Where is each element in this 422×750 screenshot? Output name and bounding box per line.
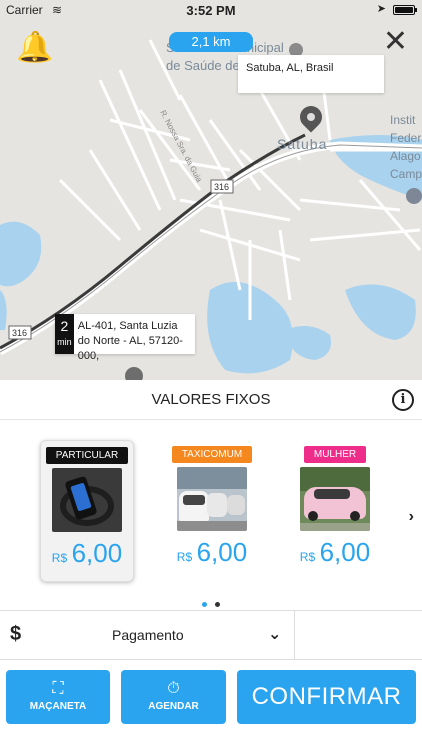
map-label-inst1: Instit [390,113,416,127]
category-card-mulher[interactable]: MULHER R$ 6,00 [288,440,382,582]
confirm-button[interactable]: CONFIRMAR [237,670,416,724]
category-card-taxicomum[interactable]: TAXICOMUM R$ 6,00 [165,440,259,582]
car-photo [300,467,370,531]
category-tag: MULHER [303,446,367,463]
road-shield-316-a: 316 [214,182,229,192]
map-label-satuba: Satuba [277,136,327,152]
category-tag: PARTICULAR [45,447,129,464]
divider [294,611,295,659]
clock: 3:52 PM [186,3,236,18]
panel-title: VALORES FIXOS [151,391,271,408]
category-tag: TAXICOMUM [171,446,253,463]
eta-badge: 2 min [55,314,74,354]
map-label-inst3: Alago [390,149,421,163]
stopwatch-icon: ⏱ [167,680,180,697]
distance-pill: 2,1 km [169,32,253,52]
chevron-down-icon[interactable]: ⌄ [268,624,281,644]
location-arrow-icon: ➤ [376,3,386,15]
origin-card[interactable]: 2 min AL-401, Santa Luzia do Norte - AL,… [55,314,195,362]
status-bar: Carrier ≋ 3:52 PM ➤ [0,0,422,20]
dollar-icon: $ [10,623,22,645]
car-photo [177,467,247,531]
car-photo [52,468,122,532]
category-price: R$ 6,00 [299,537,371,567]
category-price: R$ 6,00 [51,538,123,568]
payment-selector[interactable]: $ Pagamento ⌄ [0,610,422,660]
road-shield-316-b: 316 [12,328,27,338]
schedule-button[interactable]: ⏱ AGENDAR [121,670,226,724]
panel-header: VALORES FIXOS i [0,380,422,420]
origin-address: AL-401, Santa Luzia do Norte - AL, 57120… [77,320,183,362]
category-price: R$ 6,00 [176,537,248,567]
schedule-label: AGENDAR [148,701,199,712]
eta-unit: min [57,337,72,347]
page-dot[interactable] [215,602,221,607]
eta-value: 2 [60,318,69,334]
page-dot-active [201,602,207,607]
destination-card[interactable]: Satuba, AL, Brasil [238,55,384,93]
category-carousel[interactable]: PARTICULAR R$ 6,00 TAXICOMUM R$ 6,00 MUL… [0,420,422,610]
ride-options-panel: VALORES FIXOS i PARTICULAR R$ 6,00 TAXIC… [0,380,422,750]
map-label-inst2: Federa [390,131,422,145]
handle-label: MAÇANETA [29,701,87,712]
notification-bell-icon[interactable]: 🔔 [16,30,53,65]
payment-label: Pagamento [112,627,184,643]
action-bar: ⛶ MAÇANETA ⏱ AGENDAR CONFIRMAR [0,670,422,726]
map-view[interactable]: Secretaria Municipal de Saúde de Satuba … [0,0,422,380]
battery-icon [393,5,417,15]
category-card-particular[interactable]: PARTICULAR R$ 6,00 [40,440,134,582]
chevron-right-icon[interactable]: › [409,508,414,526]
handle-button[interactable]: ⛶ MAÇANETA [6,670,110,724]
expand-icon: ⛶ [52,680,64,697]
close-icon[interactable]: ✕ [383,24,408,59]
info-icon[interactable]: i [392,389,414,411]
map-label-saude: de Saúde de [166,58,240,73]
map-label-inst4: Camp [390,167,422,181]
